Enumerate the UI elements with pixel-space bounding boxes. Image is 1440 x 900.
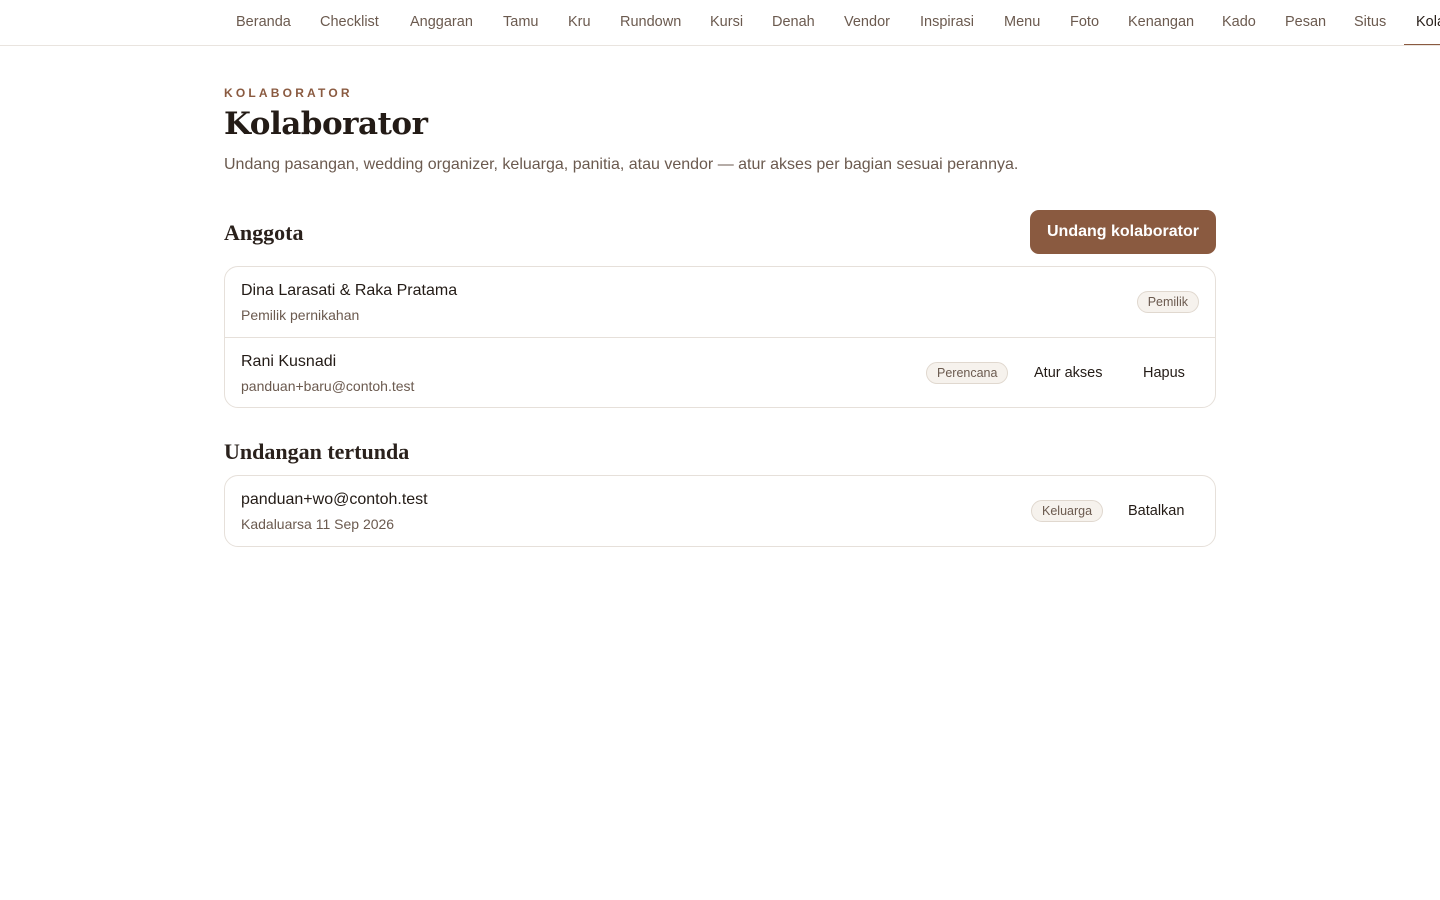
pending-section-title: Undangan tertunda (224, 439, 410, 464)
members-card: Dina Larasati & Raka Pratama Pemilik per… (224, 266, 1216, 408)
nav-tab-foto[interactable]: Foto (1070, 0, 1099, 45)
nav-tab-kursi[interactable]: Kursi (710, 0, 743, 45)
pending-card: panduan+wo@contoh.test Kadaluarsa 11 Sep… (224, 475, 1216, 547)
nav-tab-denah[interactable]: Denah (772, 0, 815, 45)
nav-tab-vendor[interactable]: Vendor (844, 0, 890, 45)
nav-tab-tamu[interactable]: Tamu (503, 0, 538, 45)
nav-tab-kado[interactable]: Kado (1222, 0, 1256, 45)
nav-tab-kru[interactable]: Kru (568, 0, 591, 45)
top-navigation: Beranda Checklist Anggaran Tamu Kru Rund… (0, 0, 1440, 46)
invite-collaborator-button[interactable]: Undang kolaborator (1030, 210, 1216, 254)
member-name: Rani Kusnadi (241, 353, 337, 370)
page-title: Kolaborator (224, 106, 428, 142)
role-badge-planner: Perencana (926, 362, 1009, 384)
nav-tab-pesan[interactable]: Pesan (1285, 0, 1326, 45)
member-email: panduan+baru@contoh.test (241, 378, 415, 394)
nav-tab-rundown[interactable]: Rundown (620, 0, 681, 45)
cancel-invite-button[interactable]: Batalkan (1128, 500, 1184, 522)
nav-tab-kenangan[interactable]: Kenangan (1128, 0, 1194, 45)
nav-tab-kolaborator[interactable]: Kolaborator (1404, 0, 1440, 45)
pending-invite-row: panduan+wo@contoh.test Kadaluarsa 11 Sep… (225, 476, 1215, 546)
nav-tab-checklist[interactable]: Checklist (320, 0, 379, 45)
role-badge-family: Keluarga (1031, 500, 1104, 522)
page-eyebrow: KOLABORATOR (224, 86, 353, 100)
member-row: Dina Larasati & Raka Pratama Pemilik per… (225, 267, 1215, 337)
nav-tab-situs[interactable]: Situs (1354, 0, 1386, 45)
member-row: Rani Kusnadi panduan+baru@contoh.test Pe… (225, 337, 1215, 407)
nav-tab-inspirasi[interactable]: Inspirasi (920, 0, 974, 45)
members-section-title: Anggota (224, 220, 304, 245)
nav-tab-anggaran[interactable]: Anggaran (410, 0, 473, 45)
nav-tab-menu[interactable]: Menu (1004, 0, 1040, 45)
remove-member-button[interactable]: Hapus (1143, 362, 1185, 384)
nav-tab-beranda[interactable]: Beranda (236, 0, 291, 45)
role-badge-owner: Pemilik (1136, 291, 1199, 313)
manage-access-button[interactable]: Atur akses (1034, 362, 1103, 384)
page-subtitle: Undang pasangan, wedding organizer, kelu… (224, 156, 1019, 173)
member-meta: Pemilik pernikahan (241, 307, 360, 323)
invite-email: panduan+wo@contoh.test (241, 491, 428, 508)
member-name: Dina Larasati & Raka Pratama (241, 282, 458, 299)
invite-expiry: Kadaluarsa 11 Sep 2026 (241, 516, 395, 532)
